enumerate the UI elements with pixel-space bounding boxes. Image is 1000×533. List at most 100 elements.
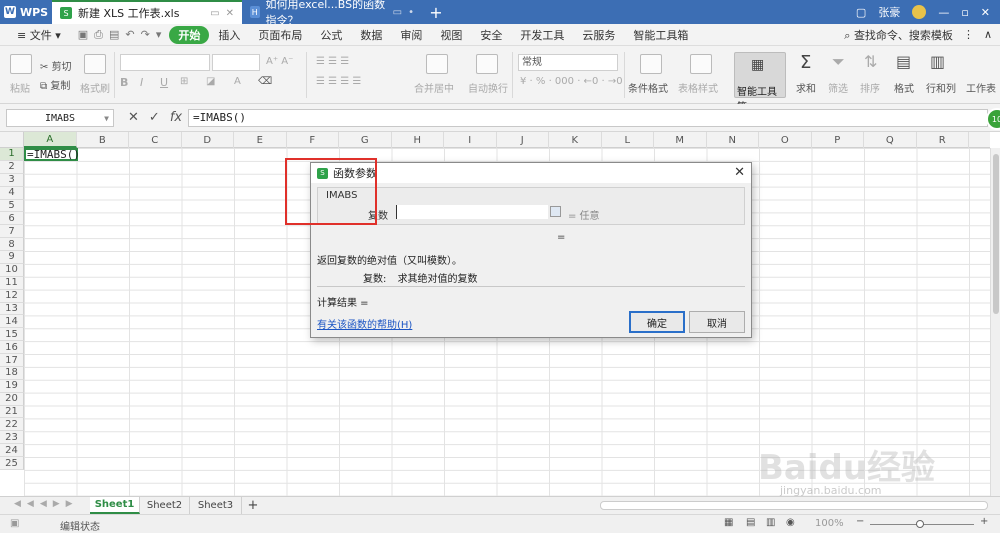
row-header[interactable]: 10 bbox=[0, 263, 24, 277]
select-all-corner[interactable] bbox=[0, 132, 24, 148]
auto-wrap-button[interactable]: 自动换行 bbox=[468, 80, 508, 95]
sheet-tab-1[interactable]: Sheet1 bbox=[90, 497, 140, 514]
row-col-icon[interactable]: ▥ bbox=[930, 52, 945, 71]
align-top-icon[interactable]: ☰ ☰ ☰ bbox=[316, 56, 349, 67]
worksheet-button[interactable]: 工作表 bbox=[966, 80, 996, 95]
row-header[interactable]: 13 bbox=[0, 302, 24, 316]
copy-button[interactable]: ⧉ 复制 bbox=[40, 77, 70, 92]
column-header[interactable]: P bbox=[812, 132, 864, 148]
confirm-icon[interactable]: ✓ bbox=[149, 110, 160, 125]
tab-document-xls[interactable]: S 新建 XLS 工作表.xls ▭ ✕ bbox=[52, 0, 242, 24]
sort-icon[interactable]: ⇅ bbox=[864, 52, 877, 71]
menu-formulas[interactable]: 公式 bbox=[311, 27, 351, 43]
column-header[interactable]: A bbox=[24, 132, 77, 148]
format-painter-button[interactable]: 格式刷 bbox=[80, 80, 110, 95]
format-icon[interactable]: ▤ bbox=[896, 52, 911, 71]
currency-icon[interactable]: ¥ · % · 000 · ←0 · →0 bbox=[520, 76, 623, 87]
font-name-select[interactable] bbox=[120, 54, 210, 71]
row-header[interactable]: 15 bbox=[0, 328, 24, 342]
filter-icon[interactable]: ⏷ bbox=[832, 52, 845, 72]
cancel-button[interactable]: 取消 bbox=[689, 311, 745, 333]
column-header[interactable]: J bbox=[497, 132, 549, 148]
menu-developer[interactable]: 开发工具 bbox=[511, 27, 573, 43]
smart-toolbox-button[interactable]: ▦ 智能工具箱 bbox=[734, 52, 786, 113]
row-header[interactable]: 5 bbox=[0, 199, 24, 213]
menu-smart-toolbox[interactable]: 智能工具箱 bbox=[624, 27, 697, 43]
conditional-format-icon[interactable] bbox=[640, 54, 662, 74]
collapse-icon[interactable]: ∧ bbox=[984, 28, 992, 41]
user-name[interactable]: 张豪 bbox=[878, 4, 900, 20]
conditional-format-button[interactable]: 条件格式 bbox=[628, 80, 668, 95]
fx-icon[interactable]: fx bbox=[170, 110, 182, 125]
menu-data[interactable]: 数据 bbox=[351, 27, 391, 43]
row-header[interactable]: 11 bbox=[0, 276, 24, 290]
font-grow-icon[interactable]: A⁺ A⁻ bbox=[266, 56, 293, 67]
wrap-icon[interactable] bbox=[476, 54, 498, 74]
column-header[interactable]: Q bbox=[864, 132, 917, 148]
merge-icon[interactable] bbox=[426, 54, 448, 74]
cut-button[interactable]: ✂ 剪切 bbox=[40, 58, 72, 73]
column-header[interactable]: E bbox=[234, 132, 287, 148]
row-header[interactable]: 25 bbox=[0, 457, 24, 470]
ok-button[interactable]: 确定 bbox=[629, 311, 685, 333]
bold-icon[interactable]: B bbox=[120, 76, 128, 89]
window-icon[interactable]: ▭ bbox=[393, 7, 402, 18]
chevron-down-icon[interactable]: ▾ bbox=[156, 28, 162, 42]
column-header[interactable]: F bbox=[287, 132, 339, 148]
font-color-icon[interactable]: A bbox=[234, 76, 241, 87]
sort-button[interactable]: 排序 bbox=[860, 80, 880, 95]
argument-input[interactable] bbox=[396, 205, 548, 219]
name-box[interactable]: IMABS ▼ bbox=[6, 109, 114, 127]
page-layout-icon[interactable]: ▤ bbox=[746, 517, 755, 528]
tab-browser-page[interactable]: H 如何用excel...BS的函数指令？ ▭ • bbox=[242, 0, 422, 27]
close-icon[interactable]: ✕ bbox=[226, 8, 234, 19]
fill-color-icon[interactable]: ◪ bbox=[206, 76, 215, 87]
formula-input[interactable]: =IMABS() bbox=[188, 109, 988, 127]
window-icon[interactable]: ▭ bbox=[210, 8, 219, 19]
table-style-icon[interactable] bbox=[690, 54, 712, 74]
clear-format-icon[interactable]: ⌫ bbox=[258, 76, 272, 87]
column-header[interactable]: M bbox=[654, 132, 707, 148]
menu-insert[interactable]: 插入 bbox=[209, 27, 249, 43]
format-painter-icon[interactable] bbox=[84, 54, 106, 74]
column-header[interactable]: K bbox=[549, 132, 602, 148]
row-header[interactable]: 21 bbox=[0, 405, 24, 419]
column-header[interactable]: G bbox=[339, 132, 392, 148]
row-header[interactable]: 4 bbox=[0, 186, 24, 200]
sheet-tab-3[interactable]: Sheet3 bbox=[190, 497, 242, 514]
zoom-out-button[interactable]: − bbox=[856, 516, 864, 527]
paste-icon[interactable] bbox=[10, 54, 32, 74]
active-cell-a1[interactable]: =IMABS() bbox=[24, 148, 80, 161]
collapse-dialog-icon[interactable] bbox=[550, 206, 561, 217]
menu-file[interactable]: ≡ 文件 ▾ bbox=[8, 27, 70, 43]
menu-review[interactable]: 审阅 bbox=[391, 27, 431, 43]
dot-icon[interactable]: • bbox=[408, 7, 414, 18]
undo-icon[interactable]: ↶ bbox=[125, 28, 134, 42]
sum-button[interactable]: 求和 bbox=[796, 80, 816, 95]
restore-icon[interactable]: ▢ bbox=[856, 6, 866, 19]
merge-center-button[interactable]: 合并居中 bbox=[414, 80, 454, 95]
redo-icon[interactable]: ↷ bbox=[141, 28, 150, 42]
menu-security[interactable]: 安全 bbox=[471, 27, 511, 43]
column-header[interactable]: O bbox=[759, 132, 812, 148]
add-sheet-button[interactable]: + bbox=[244, 497, 262, 514]
row-header[interactable]: 1 bbox=[0, 148, 24, 161]
page-break-icon[interactable]: ▥ bbox=[766, 517, 775, 528]
new-tab-button[interactable]: + bbox=[422, 0, 450, 24]
zoom-in-button[interactable]: + bbox=[980, 516, 988, 527]
border-icon[interactable]: ⊞ bbox=[180, 76, 188, 87]
eye-protect-icon[interactable]: ◉ bbox=[786, 517, 795, 528]
row-header[interactable]: 16 bbox=[0, 341, 24, 355]
italic-icon[interactable]: I bbox=[140, 76, 143, 89]
macro-icon[interactable]: ▣ bbox=[10, 518, 19, 529]
menu-view[interactable]: 视图 bbox=[431, 27, 471, 43]
column-header[interactable]: I bbox=[444, 132, 497, 148]
save-icon[interactable]: ▣ bbox=[78, 28, 88, 42]
horizontal-scrollbar[interactable] bbox=[600, 501, 988, 510]
more-icon[interactable]: ⋮ bbox=[963, 28, 974, 41]
column-header[interactable]: R bbox=[917, 132, 969, 148]
menu-cloud[interactable]: 云服务 bbox=[573, 27, 624, 43]
row-header[interactable]: 7 bbox=[0, 225, 24, 239]
avatar[interactable] bbox=[912, 5, 927, 19]
row-header[interactable]: 9 bbox=[0, 251, 24, 264]
